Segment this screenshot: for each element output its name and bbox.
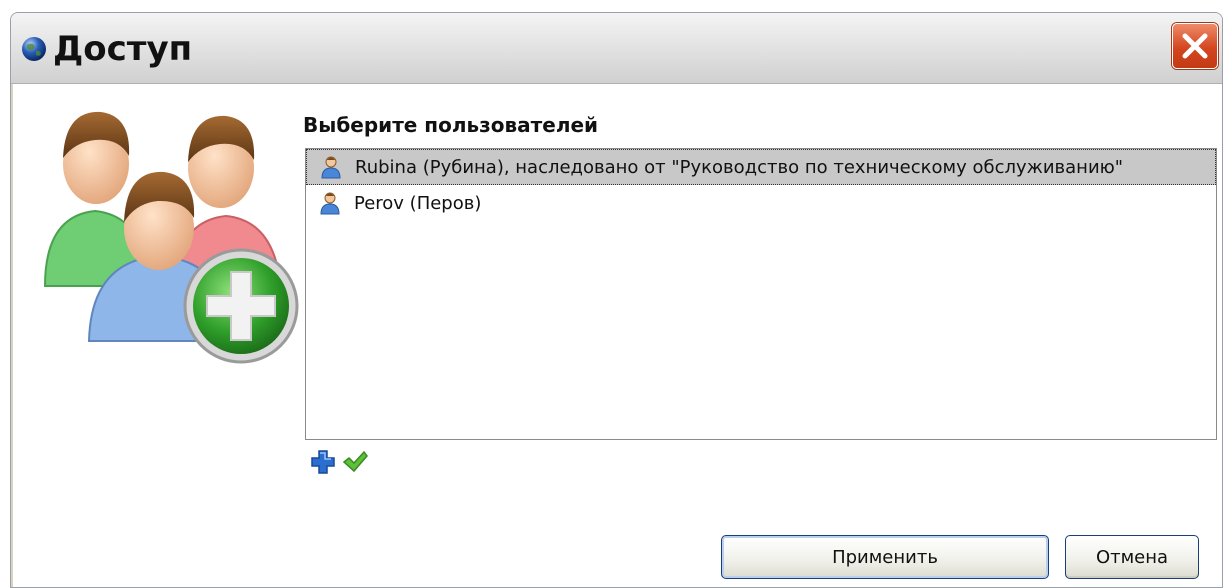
user-icon: [320, 192, 340, 215]
select-users-label: Выберите пользователей: [303, 113, 599, 137]
cancel-button[interactable]: Отмена: [1065, 535, 1199, 579]
user-icon: [321, 156, 341, 179]
user-label: Rubina (Рубина), наследовано от "Руковод…: [355, 156, 1124, 178]
list-item[interactable]: Perov (Перов): [306, 185, 1216, 221]
add-user-button[interactable]: [309, 448, 339, 478]
access-dialog: Доступ Выберите пользователей Rubina (Ру…: [10, 12, 1223, 588]
confirm-button[interactable]: [341, 448, 371, 478]
close-button[interactable]: [1172, 23, 1218, 69]
list-item[interactable]: Rubina (Рубина), наследовано от "Руковод…: [306, 149, 1216, 185]
users-add-icon: [43, 111, 299, 364]
title-bar[interactable]: Доступ: [11, 13, 1222, 84]
dialog-body: Выберите пользователей Rubina (Рубина), …: [11, 84, 1222, 587]
user-list[interactable]: Rubina (Рубина), наследовано от "Руковод…: [305, 148, 1217, 440]
user-label: Perov (Перов): [354, 192, 482, 214]
globe-icon: [22, 37, 46, 61]
dialog-title: Доступ: [53, 29, 193, 69]
close-icon: [1182, 33, 1208, 59]
plus-icon: [311, 450, 335, 474]
checkmark-icon: [342, 450, 368, 473]
apply-button[interactable]: Применить: [721, 535, 1049, 579]
